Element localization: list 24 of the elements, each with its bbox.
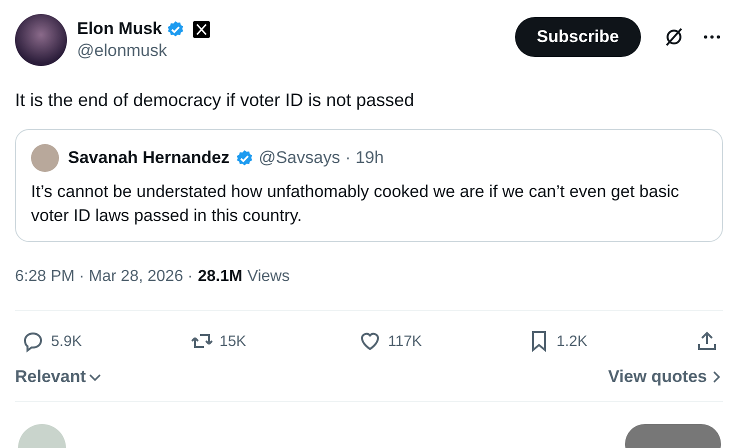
quoted-post-text: It’s cannot be understated how unfathomably cooked we are if we can’t even get basic voter ID laws passed in this country. [31, 181, 680, 227]
views-label: Views [247, 268, 290, 286]
x-logo-icon [193, 20, 210, 38]
subscribe-button[interactable]: Subscribe [514, 17, 641, 57]
post-text: It is the end of democracy if voter ID is not passed [15, 90, 416, 111]
quoted-post-time: · 19h [345, 148, 384, 168]
view-count: 28.1M [198, 268, 242, 286]
quoted-author-name: Savanah Hernandez [68, 148, 230, 168]
author-name[interactable]: Elon Musk [77, 19, 162, 39]
bookmark-button[interactable]: 1.2K [526, 329, 692, 353]
repost-button[interactable]: 15K [190, 329, 354, 353]
quoted-author-handle: @Savsays [258, 148, 340, 168]
avatar-placeholder [31, 144, 59, 172]
quoted-post-card[interactable]: Savanah Hernandez @Savsays · 19h It’s cannot be understated how unfathomably cooked we are if we can’t even get basic voter ID laws passed in this country. [15, 129, 723, 242]
post-timestamp[interactable]: 6:28 PM · Mar 28, 2026 · [15, 268, 193, 286]
share-button[interactable] [695, 329, 719, 353]
reply-button[interactable]: 5.9K [21, 329, 186, 353]
sort-dropdown[interactable]: Relevant [15, 367, 102, 387]
slashed-circle-icon[interactable] [663, 26, 685, 48]
avatar-placeholder[interactable] [15, 14, 67, 66]
like-button[interactable]: 117K [358, 329, 523, 353]
view-quotes-link[interactable]: View quotes [608, 367, 723, 387]
author-handle[interactable]: @elonmusk [77, 41, 505, 61]
share-icon [695, 329, 719, 353]
